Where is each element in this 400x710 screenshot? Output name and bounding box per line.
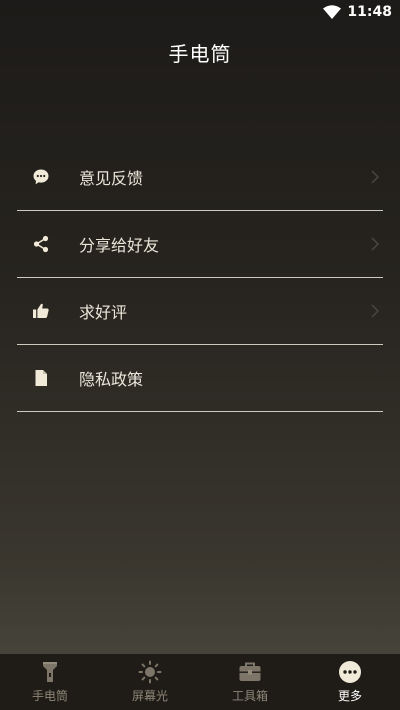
toolbox-icon — [239, 662, 261, 681]
menu-list: 意见反馈 分享给好友 求好评 隐私政策 — [17, 144, 383, 412]
menu-item-label: 分享给好友 — [79, 236, 160, 255]
chevron-right-icon — [371, 170, 379, 184]
share-icon — [17, 235, 65, 253]
status-time: 11:48 — [347, 4, 392, 20]
wifi-icon — [323, 5, 342, 19]
tab-more[interactable]: 更多 — [300, 654, 400, 710]
more-icon — [339, 661, 361, 683]
chevron-right-icon — [371, 304, 379, 318]
thumbs-up-icon — [17, 302, 65, 320]
document-icon — [17, 369, 65, 387]
tab-toolbox[interactable]: 工具箱 — [200, 654, 300, 710]
tab-label: 更多 — [337, 689, 362, 703]
menu-item-rate[interactable]: 求好评 — [17, 278, 383, 345]
tab-screen-light[interactable]: 屏幕光 — [100, 654, 200, 710]
menu-item-privacy[interactable]: 隐私政策 — [17, 345, 383, 412]
menu-item-label: 求好评 — [79, 303, 128, 322]
sun-icon — [138, 660, 162, 684]
chevron-right-icon — [371, 237, 379, 251]
page-title: 手电筒 — [168, 41, 232, 66]
menu-item-label: 隐私政策 — [79, 370, 144, 389]
feedback-chat-icon — [17, 168, 65, 186]
menu-item-share[interactable]: 分享给好友 — [17, 211, 383, 278]
tab-label: 屏幕光 — [131, 689, 168, 703]
tab-flashlight[interactable]: 手电筒 — [0, 654, 100, 710]
menu-item-label: 意见反馈 — [79, 169, 144, 188]
status-bar: 11:48 — [0, 0, 400, 24]
tab-label: 工具箱 — [231, 689, 268, 703]
bottom-tab-bar: 手电筒 屏幕光 工具箱 更多 — [0, 654, 400, 710]
menu-item-feedback[interactable]: 意见反馈 — [17, 144, 383, 211]
tab-label: 手电筒 — [31, 689, 68, 703]
app-header: 手电筒 — [0, 36, 400, 68]
flashlight-icon — [43, 662, 57, 682]
